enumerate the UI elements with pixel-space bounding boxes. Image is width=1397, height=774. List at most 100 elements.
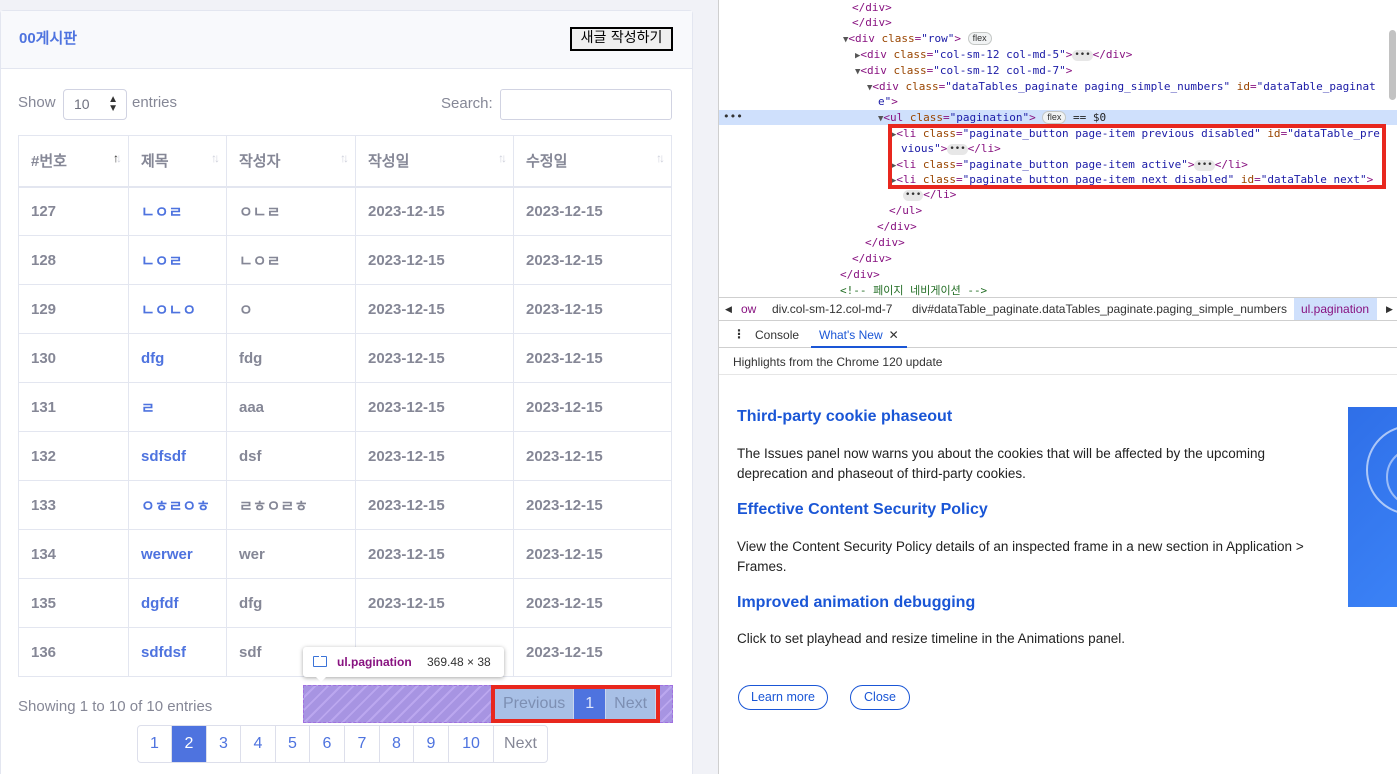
cell-number: 134	[18, 529, 129, 579]
column-header-number[interactable]: #번호 ↑↓	[18, 135, 129, 188]
cell-created: 2023-12-15	[355, 235, 514, 285]
layout-grid-icon	[313, 656, 327, 667]
breadcrumb-item[interactable]: ow	[741, 302, 756, 316]
page-length-value: 10	[74, 96, 90, 112]
cell-author: dfg	[226, 578, 356, 628]
next-button[interactable]: Next	[606, 689, 657, 719]
page-7-button[interactable]: 7	[345, 726, 380, 762]
breadcrumb-item[interactable]: div.col-sm-12.col-md-7	[772, 302, 892, 316]
breadcrumb-right-arrow-icon[interactable]: ▶	[1386, 304, 1393, 315]
page-1-button[interactable]: 1	[574, 689, 607, 719]
cell-created: 2023-12-15	[355, 578, 514, 628]
sort-icon: ↑↓	[656, 151, 665, 165]
breadcrumb-selected[interactable]: ul.pagination	[1294, 298, 1377, 320]
learn-more-button[interactable]: Learn more	[738, 685, 828, 710]
page-length-select[interactable]: 10 ▲ ▼	[63, 89, 127, 120]
page-5-button[interactable]: 5	[276, 726, 310, 762]
entries-label: entries	[132, 94, 178, 111]
cell-created: 2023-12-15	[355, 333, 514, 383]
table-info: Showing 1 to 10 of 10 entries	[18, 698, 213, 715]
cell-author: ㅇ	[226, 284, 356, 334]
table-row: 130 dfg fdg 2023-12-15 2023-12-15	[18, 333, 672, 383]
elements-scrollbar[interactable]	[1389, 30, 1396, 100]
cell-author: ㄴㅇㄹ	[226, 235, 356, 285]
next-page-button[interactable]: Next	[494, 726, 547, 762]
table-row: 127 ㄴㅇㄹ ㅇㄴㄹ 2023-12-15 2023-12-15	[18, 186, 672, 236]
page-2-button[interactable]: 2	[172, 726, 207, 762]
column-header-updated[interactable]: 수정일 ↑↓	[513, 135, 672, 188]
web-page: 00게시판 새글 작성하기 Show 10 ▲ ▼ entries Search:…	[0, 0, 718, 774]
write-post-button[interactable]: 새글 작성하기	[570, 27, 673, 51]
page-1-button[interactable]: 1	[138, 726, 172, 762]
item-title[interactable]: Third-party cookie phaseout	[737, 408, 952, 426]
cell-title-link[interactable]: werwer	[128, 529, 227, 579]
drawer-tabbar: ⋮ Console What's New ✕	[719, 322, 1397, 348]
close-tab-icon[interactable]: ✕	[889, 328, 899, 342]
column-header-author[interactable]: 작성자 ↑↓	[226, 135, 356, 188]
cell-title-link[interactable]: sdfdsf	[128, 627, 227, 677]
annotation-red-box	[888, 124, 1386, 189]
page-3-button[interactable]: 3	[207, 726, 241, 762]
tab-whats-new[interactable]: What's New ✕	[811, 322, 907, 348]
close-button[interactable]: Close	[850, 685, 910, 710]
cell-updated: 2023-12-15	[513, 186, 672, 236]
table-row: 133 ㅇㅎㄹㅇㅎ ㄹㅎㅇㄹㅎ 2023-12-15 2023-12-15	[18, 480, 672, 530]
cell-updated: 2023-12-15	[513, 284, 672, 334]
cell-title-link[interactable]: sdfsdf	[128, 431, 227, 481]
show-label: Show	[18, 94, 56, 111]
cell-created: 2023-12-15	[355, 284, 514, 334]
data-table: #번호 ↑↓ 제목 ↑↓ 작성자 ↑↓ 작성일 ↑↓ 수정일 ↑↓ 127 ㄴㅇㄹ ㅇㄴㄹ 20…	[18, 135, 672, 677]
item-text: Click to set playhead and resize timelin…	[737, 631, 1125, 646]
item-title[interactable]: Effective Content Security Policy	[737, 501, 988, 519]
sort-icon: ↑↓	[340, 151, 349, 165]
search-input[interactable]	[500, 89, 672, 120]
cell-created: 2023-12-15	[355, 480, 514, 530]
cell-title-link[interactable]: ㄹ	[128, 382, 227, 432]
cell-updated: 2023-12-15	[513, 627, 672, 677]
cell-title-link[interactable]: ㄴㅇㄹ	[128, 186, 227, 236]
cell-title-link[interactable]: ㅇㅎㄹㅇㅎ	[128, 480, 227, 530]
cell-author: ㄹㅎㅇㄹㅎ	[226, 480, 356, 530]
cell-title-link[interactable]: ㄴㅇㄴㅇ	[128, 284, 227, 334]
page-10-button[interactable]: 10	[449, 726, 494, 762]
item-text: The Issues panel now warns you about the…	[737, 446, 1266, 481]
page-number-pagination: 1 2 3 4 5 6 7 8 9 10 Next	[137, 725, 548, 763]
cell-number: 135	[18, 578, 129, 628]
cell-title-link[interactable]: ㄴㅇㄹ	[128, 235, 227, 285]
page-6-button[interactable]: 6	[310, 726, 345, 762]
table-row: 129 ㄴㅇㄴㅇㅇ 2023-12-15 2023-12-15	[18, 284, 672, 334]
card-header: 00게시판 새글 작성하기	[1, 11, 692, 69]
cell-author: wer	[226, 529, 356, 579]
select-arrows-icon: ▲ ▼	[108, 94, 118, 114]
cell-author: fdg	[226, 333, 356, 383]
sort-asc-icon: ↑↓	[113, 151, 122, 165]
whats-new-content: Third-party cookie phaseout The Issues p…	[719, 374, 1397, 774]
card-title: 00게시판	[19, 30, 78, 47]
cell-author: aaa	[226, 382, 356, 432]
page-4-button[interactable]: 4	[241, 726, 276, 762]
whats-new-subtitle: Highlights from the Chrome 120 update	[733, 355, 943, 369]
previous-button[interactable]: Previous	[495, 689, 575, 719]
breadcrumb-item[interactable]: div#dataTable_paginate.dataTables_pagina…	[912, 302, 1287, 316]
node-options-dots[interactable]: •••	[723, 110, 743, 123]
devtools-panel: ••• </div> </div> ▼<div class="row"> fle…	[718, 0, 1397, 774]
breadcrumb: ◀ ow div.col-sm-12.col-md-7 div#dataTabl…	[719, 297, 1397, 321]
cell-title-link[interactable]: dgfdf	[128, 578, 227, 628]
cell-number: 127	[18, 186, 129, 236]
column-header-created[interactable]: 작성일 ↑↓	[355, 135, 514, 188]
cell-author: dsf	[226, 431, 356, 481]
page-8-button[interactable]: 8	[380, 726, 414, 762]
page-9-button[interactable]: 9	[414, 726, 449, 762]
cell-updated: 2023-12-15	[513, 382, 672, 432]
cell-updated: 2023-12-15	[513, 480, 672, 530]
cell-created: 2023-12-15	[355, 186, 514, 236]
item-title[interactable]: Improved animation debugging	[737, 594, 975, 612]
more-tools-icon[interactable]: ⋮	[733, 327, 745, 341]
table-header-row: #번호 ↑↓ 제목 ↑↓ 작성자 ↑↓ 작성일 ↑↓ 수정일 ↑↓	[18, 135, 672, 188]
cell-created: 2023-12-15	[355, 529, 514, 579]
cell-title-link[interactable]: dfg	[128, 333, 227, 383]
column-header-title[interactable]: 제목 ↑↓	[128, 135, 227, 188]
breadcrumb-left-arrow-icon[interactable]: ◀	[725, 304, 732, 315]
sort-icon: ↑↓	[498, 151, 507, 165]
tab-console[interactable]: Console	[755, 328, 799, 342]
